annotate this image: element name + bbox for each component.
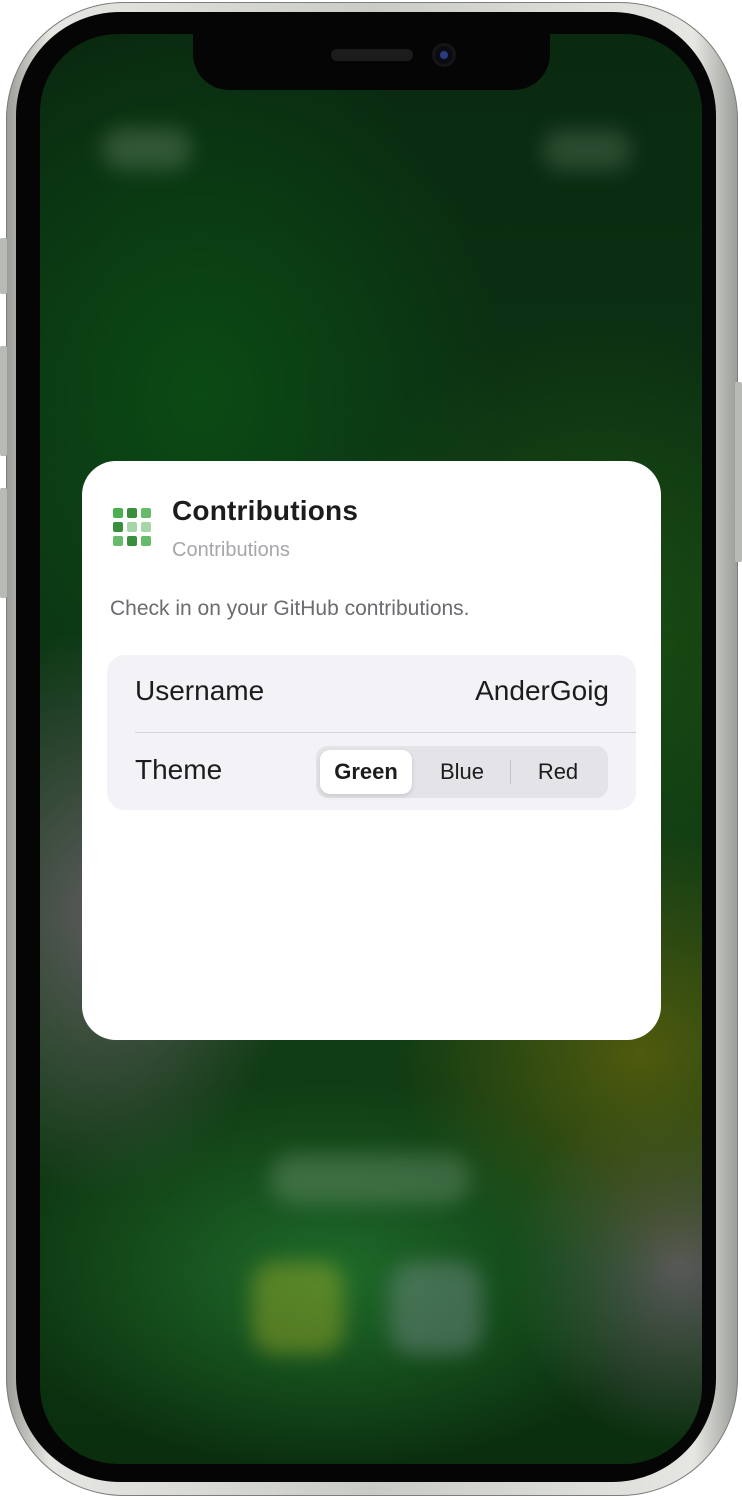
front-camera <box>432 43 456 67</box>
earpiece-speaker <box>331 49 413 61</box>
contribution-grid-icon <box>113 508 151 546</box>
widget-subtitle: Contributions <box>172 539 290 561</box>
username-label: Username <box>135 675 265 706</box>
theme-label: Theme <box>135 754 223 785</box>
widget-description: Check in on your GitHub contributions. <box>110 597 470 620</box>
notch <box>193 34 550 90</box>
blurred-widget-label <box>270 1154 470 1204</box>
segment-separator <box>510 760 511 784</box>
blurred-app-icon <box>252 1262 344 1354</box>
theme-option-green[interactable]: Green <box>320 750 412 794</box>
blurred-app-icon <box>390 1262 482 1354</box>
theme-option-blue[interactable]: Blue <box>416 750 508 794</box>
theme-option-red[interactable]: Red <box>512 750 604 794</box>
username-field[interactable] <box>409 675 609 707</box>
theme-segmented-control: Green Blue Red <box>316 746 608 798</box>
widget-title: Contributions <box>172 495 359 526</box>
blurred-status-right <box>542 130 632 170</box>
action-button <box>0 238 7 294</box>
blurred-status-left <box>102 128 192 170</box>
volume-down-button <box>0 488 7 598</box>
row-divider <box>135 732 636 733</box>
power-button <box>735 382 742 562</box>
widget-config-card: Contributions Contributions Check in on … <box>82 461 661 1040</box>
settings-group: Username Theme Green Blue Red <box>107 655 636 810</box>
volume-up-button <box>0 346 7 456</box>
